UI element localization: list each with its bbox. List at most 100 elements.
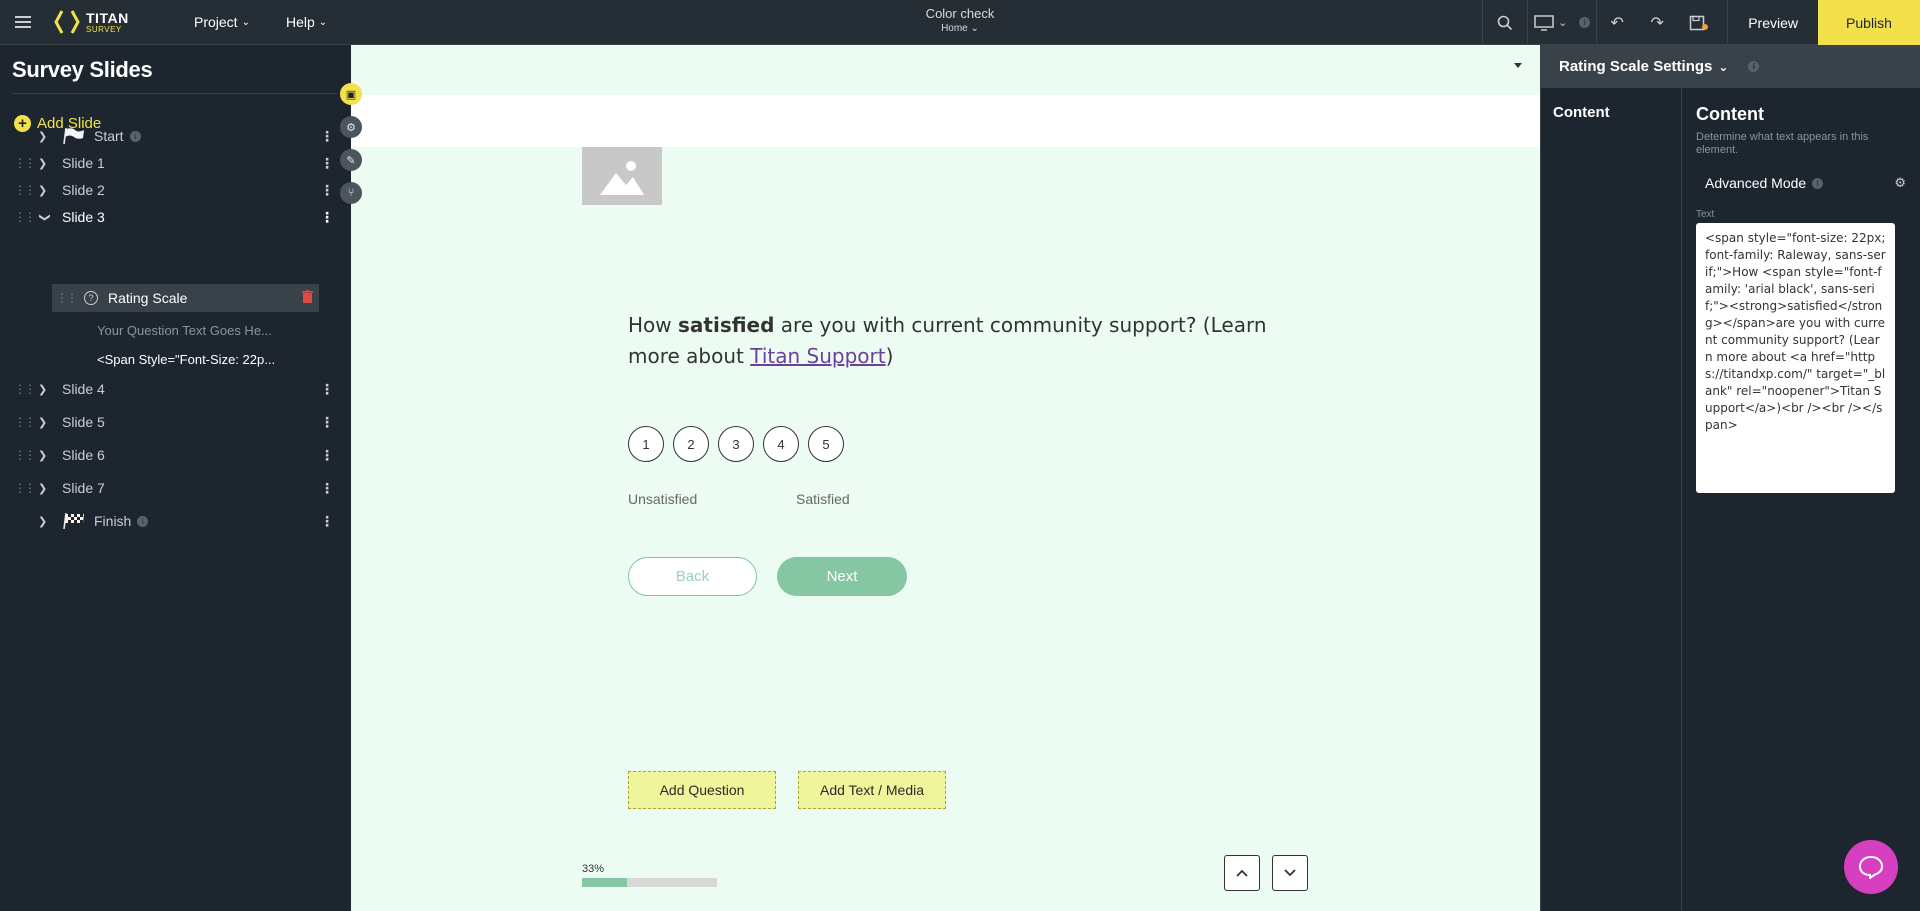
chevron-right-icon[interactable]: ❯ bbox=[38, 383, 52, 396]
advanced-mode-row[interactable]: Advanced Mode i ⚙ bbox=[1696, 175, 1906, 191]
more-options-icon[interactable]: ⋮ bbox=[320, 182, 334, 199]
question-text[interactable]: How satisfied are you with current commu… bbox=[628, 310, 1288, 372]
chevron-up-icon bbox=[1236, 869, 1248, 877]
question-pre: How bbox=[628, 313, 678, 337]
rating-option-5[interactable]: 5 bbox=[808, 426, 844, 462]
scale-label-low: Unsatisfied bbox=[628, 491, 698, 507]
slide-item-2[interactable]: ⋮⋮ ❯ Slide 2 ⋮ bbox=[0, 176, 334, 204]
preview-button[interactable]: Preview bbox=[1728, 0, 1818, 45]
slide-item-7[interactable]: ⋮⋮ ❯ Slide 7 ⋮ bbox=[0, 474, 334, 502]
image-icon bbox=[600, 161, 644, 195]
chevron-right-icon[interactable]: ❯ bbox=[38, 184, 52, 197]
tab-content[interactable]: Content bbox=[1541, 88, 1681, 137]
text-field-label: Text bbox=[1696, 209, 1715, 220]
slide-label: Slide 1 bbox=[62, 155, 105, 171]
add-question-button[interactable]: Add Question bbox=[628, 771, 776, 809]
drag-handle-icon[interactable]: ⋮⋮ bbox=[14, 183, 36, 197]
hamburger-menu-icon[interactable] bbox=[0, 0, 46, 45]
device-selector[interactable]: ⌄ i bbox=[1528, 0, 1596, 45]
content-settings: Content Determine what text appears in t… bbox=[1696, 88, 1906, 493]
titan-logo-icon bbox=[54, 10, 80, 34]
rating-option-1[interactable]: 1 bbox=[628, 426, 664, 462]
info-icon: i bbox=[1812, 177, 1824, 189]
redo-icon[interactable]: ↷ bbox=[1637, 0, 1677, 45]
more-options-icon[interactable]: ⋮ bbox=[320, 381, 334, 398]
chevron-right-icon[interactable]: ❯ bbox=[38, 449, 52, 462]
drag-handle-icon[interactable]: ⋮⋮ bbox=[14, 382, 36, 396]
back-button[interactable]: Back bbox=[628, 557, 757, 596]
chevron-down-icon[interactable]: ❯ bbox=[39, 210, 52, 224]
caret-down-icon[interactable] bbox=[1514, 63, 1522, 68]
chevron-right-icon[interactable]: ❯ bbox=[38, 515, 52, 528]
rating-option-2[interactable]: 2 bbox=[673, 426, 709, 462]
content-description: Determine what text appears in this elem… bbox=[1696, 131, 1869, 156]
search-icon[interactable] bbox=[1483, 0, 1527, 45]
drag-handle-icon[interactable]: ⋮⋮ bbox=[56, 291, 78, 305]
slide-item-1[interactable]: ⋮⋮ ❯ Slide 1 ⋮ bbox=[0, 149, 334, 177]
drag-handle-icon[interactable]: ⋮⋮ bbox=[14, 415, 36, 429]
element-item-rating-scale[interactable]: ⋮⋮ ? Rating Scale bbox=[52, 284, 319, 312]
chevron-right-icon[interactable]: ❯ bbox=[38, 157, 52, 170]
more-options-icon[interactable]: ⋮ bbox=[320, 209, 334, 226]
settings-panel: Rating Scale Settings ⌄ i Content Conten… bbox=[1540, 45, 1920, 911]
slide-item-4[interactable]: ⋮⋮ ❯ Slide 4 ⋮ bbox=[0, 375, 334, 403]
project-title[interactable]: Color check Home ⌄ bbox=[926, 6, 995, 34]
rating-option-3[interactable]: 3 bbox=[718, 426, 754, 462]
publish-button[interactable]: Publish bbox=[1818, 0, 1920, 45]
flow-icon[interactable]: ⑂ bbox=[340, 182, 362, 204]
rating-option-4[interactable]: 4 bbox=[763, 426, 799, 462]
image-placeholder[interactable] bbox=[582, 147, 662, 205]
info-icon: i bbox=[129, 130, 141, 142]
next-button[interactable]: Next bbox=[777, 557, 907, 596]
chevron-right-icon[interactable]: ❯ bbox=[38, 482, 52, 495]
slide-item-6[interactable]: ⋮⋮ ❯ Slide 6 ⋮ bbox=[0, 441, 334, 469]
layers-icon[interactable]: ▣ bbox=[340, 83, 362, 105]
settings-title: Rating Scale Settings bbox=[1559, 58, 1713, 75]
drag-handle-icon[interactable]: ⋮⋮ bbox=[14, 481, 36, 495]
drag-handle-icon[interactable]: ⋮⋮ bbox=[14, 156, 36, 170]
more-options-icon[interactable]: ⋮ bbox=[320, 447, 334, 464]
gear-icon[interactable]: ⚙ bbox=[1894, 175, 1906, 191]
chevron-right-icon[interactable]: ❯ bbox=[38, 130, 52, 143]
sub-item-span-text[interactable]: <Span Style="Font-Size: 22p... bbox=[97, 352, 275, 367]
text-html-editor[interactable]: <span style="font-size: 22px; font-famil… bbox=[1696, 223, 1895, 493]
trash-icon[interactable] bbox=[302, 290, 313, 306]
more-options-icon[interactable]: ⋮ bbox=[320, 128, 334, 145]
slide-item-finish[interactable]: ❯ Finish i ⋮ bbox=[0, 507, 334, 535]
undo-icon[interactable]: ↶ bbox=[1597, 0, 1637, 45]
desktop-icon bbox=[1534, 14, 1554, 31]
chevron-down-icon: ⌄ bbox=[1718, 59, 1729, 74]
slide-label: Slide 3 bbox=[62, 209, 105, 225]
titan-support-link[interactable]: Titan Support bbox=[750, 344, 885, 368]
sub-item-question-text[interactable]: Your Question Text Goes He... bbox=[97, 323, 272, 338]
question-icon: ? bbox=[84, 291, 98, 305]
save-icon[interactable] bbox=[1677, 0, 1717, 45]
project-menu[interactable]: Project ⌄ bbox=[176, 0, 268, 45]
logo[interactable]: TITAN SURVEY bbox=[46, 9, 176, 35]
more-options-icon[interactable]: ⋮ bbox=[320, 513, 334, 530]
help-menu[interactable]: Help ⌄ bbox=[268, 0, 345, 45]
brush-icon[interactable]: ✎ bbox=[340, 149, 362, 171]
slide-item-3[interactable]: ⋮⋮ ❯ Slide 3 ⋮ bbox=[0, 203, 334, 231]
chevron-down-icon bbox=[1284, 869, 1296, 877]
slide-item-start[interactable]: ❯ Start i ⋮ bbox=[0, 122, 334, 150]
chat-icon[interactable] bbox=[1844, 840, 1898, 894]
more-options-icon[interactable]: ⋮ bbox=[320, 155, 334, 172]
page-name: Home bbox=[941, 23, 968, 34]
slide-label: Slide 5 bbox=[62, 414, 105, 430]
settings-tabs: Content bbox=[1541, 88, 1682, 911]
more-options-icon[interactable]: ⋮ bbox=[320, 414, 334, 431]
more-options-icon[interactable]: ⋮ bbox=[320, 480, 334, 497]
drag-handle-icon[interactable]: ⋮⋮ bbox=[14, 448, 36, 462]
settings-header[interactable]: Rating Scale Settings ⌄ i bbox=[1541, 45, 1920, 88]
scroll-up-button[interactable] bbox=[1224, 855, 1260, 891]
slide-item-5[interactable]: ⋮⋮ ❯ Slide 5 ⋮ bbox=[0, 408, 334, 436]
progress-bar bbox=[582, 878, 717, 887]
info-icon: i bbox=[1579, 17, 1591, 28]
add-text-media-button[interactable]: Add Text / Media bbox=[798, 771, 946, 809]
gear-icon[interactable]: ⚙ bbox=[340, 116, 362, 138]
scroll-down-button[interactable] bbox=[1272, 855, 1308, 891]
chevron-right-icon[interactable]: ❯ bbox=[38, 416, 52, 429]
drag-handle-icon[interactable]: ⋮⋮ bbox=[14, 210, 36, 224]
progress-label: 33% bbox=[582, 863, 605, 875]
